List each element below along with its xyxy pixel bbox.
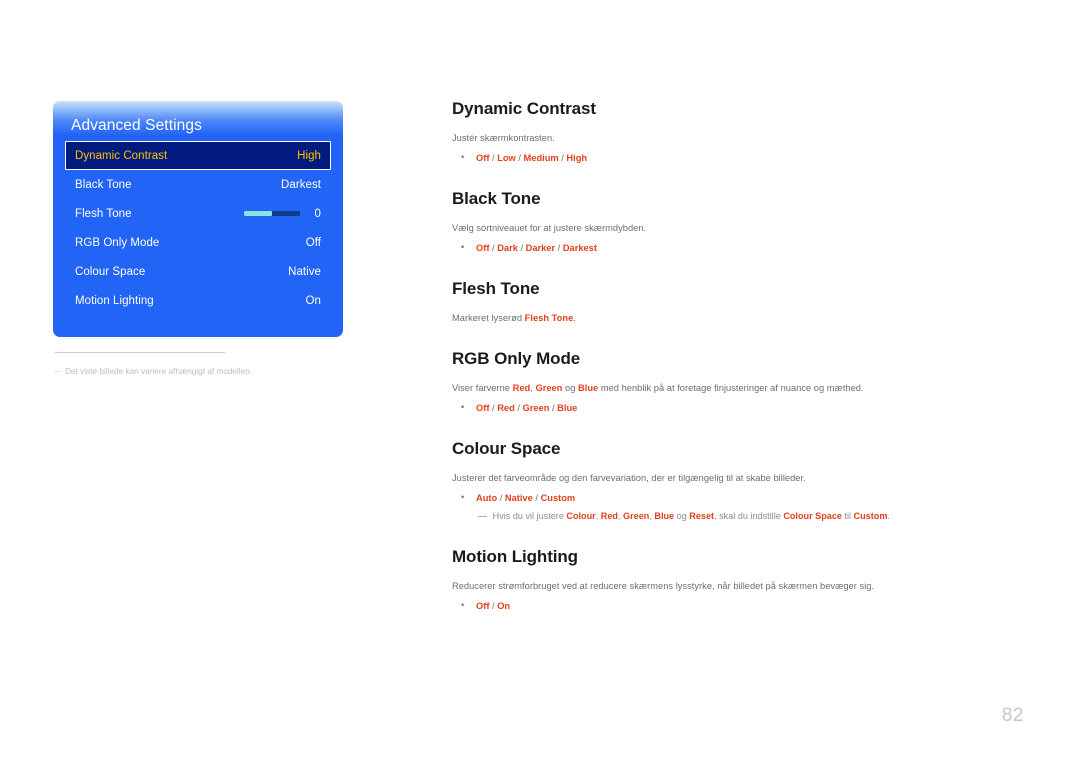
osd-row-label: Black Tone [75,178,132,191]
section-heading: Colour Space [452,439,561,458]
osd-row-label: Flesh Tone [75,207,132,220]
slider-value: 0 [314,207,321,220]
section-description: Justér skærmkontrasten. [452,133,555,143]
doc-section: Colour Space Justerer det farveområde og … [452,438,972,523]
osd-row-value-text: Native [288,265,321,278]
section-options-item: Off / Low / Medium / High [452,150,972,165]
section-options-list: Off / Dark / Darker / Darkest [452,240,972,255]
osd-row-value: On [306,295,321,307]
osd-row-value: High [297,150,321,162]
osd-row-value-text: Off [305,236,321,249]
section-heading: Black Tone [452,189,541,208]
osd-menu-figure: Advanced Settings Dynamic Contrast High Bl… [53,101,343,337]
section-heading: Flesh Tone [452,279,540,298]
section-options-item: Off / Dark / Darker / Darkest [452,240,972,255]
osd-row-motion-lighting[interactable]: Motion Lighting On [65,286,331,315]
section-description: Justerer det farveområde og den farvevar… [452,473,806,483]
doc-section: RGB Only Mode Viser farverne Red, Green o… [452,348,972,415]
osd-row-list: Dynamic Contrast High Black Tone Darkest Fle… [53,141,343,315]
osd-row-value-text: High [297,149,321,162]
footnote-text-line: – Det viste billede kan variere afhængigt… [55,367,355,376]
osd-row-value-text: Darkest [281,178,321,191]
section-options-list: Off / Red / Green / Blue [452,400,972,415]
section-options-list: Off / On [452,598,972,613]
osd-row-label: Dynamic Contrast [75,149,168,162]
osd-row-value-text: On [305,294,321,307]
section-heading: Motion Lighting [452,547,578,566]
section-subnote: — Hvis du vil justere Colour, Red, Green… [478,511,890,521]
document-body: Dynamic Contrast Justér skærmkontrasten. O… [452,98,972,613]
section-description: Reducerer strømforbruget ved at reducere… [452,581,875,591]
section-description: Markeret lyserød Flesh Tone. [452,313,576,323]
osd-panel-title: Advanced Settings [71,117,202,134]
osd-row-value: Off [306,237,321,249]
osd-row-value: 0 [244,208,321,220]
section-description: Vælg sortniveauet for at justere skærmdy… [452,223,647,233]
footnote-divider [55,352,225,353]
osd-row-value: Darkest [281,179,321,191]
osd-row-label: Colour Space [75,265,146,278]
section-options-item: Auto / Native / Custom [452,490,972,505]
section-options-list: Auto / Native / Custom [452,490,972,505]
page-number: 82 [1001,705,1024,726]
osd-row-value: Native [288,266,321,278]
doc-section: Black Tone Vælg sortniveauet for at juste… [452,188,972,255]
osd-row-colour-space[interactable]: Colour Space Native [65,257,331,286]
osd-row-label: RGB Only Mode [75,236,160,249]
section-heading: RGB Only Mode [452,349,581,368]
doc-section: Flesh Tone Markeret lyserød Flesh Tone. [452,278,972,325]
flesh-tone-slider[interactable] [244,211,300,216]
section-options-list: Off / Low / Medium / High [452,150,972,165]
slider-fill [244,211,272,216]
osd-row-rgb-only-mode[interactable]: RGB Only Mode Off [65,228,331,257]
section-options-item: Off / Red / Green / Blue [452,400,972,415]
section-options-item: Off / On [452,598,972,613]
osd-row-flesh-tone[interactable]: Flesh Tone 0 [65,199,331,228]
figure-footnote: – Det viste billede kan variere afhængigt… [55,352,355,376]
section-heading: Dynamic Contrast [452,99,596,118]
advanced-settings-panel: Advanced Settings Dynamic Contrast High Bl… [53,101,343,337]
doc-section: Dynamic Contrast Justér skærmkontrasten. O… [452,98,972,165]
footnote-dash: – [55,367,60,376]
doc-section: Motion Lighting Reducerer strømforbruget … [452,546,972,613]
footnote-text: Det viste billede kan variere afhængigt … [65,367,253,376]
section-description: Viser farverne Red, Green og Blue med he… [452,383,864,393]
osd-row-black-tone[interactable]: Black Tone Darkest [65,170,331,199]
osd-row-label: Motion Lighting [75,294,154,307]
osd-row-dynamic-contrast[interactable]: Dynamic Contrast High [65,141,331,170]
